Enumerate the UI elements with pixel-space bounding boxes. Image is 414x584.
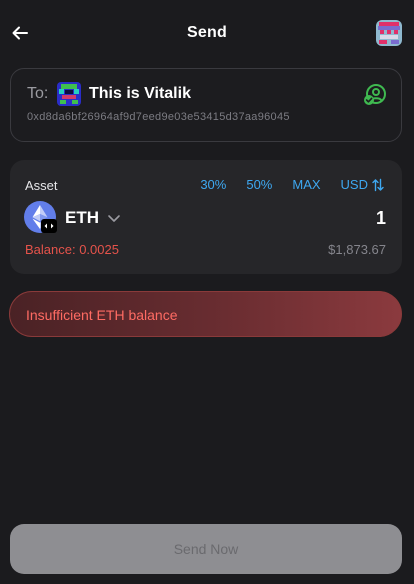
wallet-avatar-button[interactable] [376, 20, 402, 46]
percent-50-button[interactable]: 50% [246, 177, 272, 192]
network-badge [41, 219, 57, 233]
recipient-name: This is Vitalik [89, 85, 191, 102]
amount-shortcuts: 30% 50% MAX USD [200, 177, 384, 192]
chevron-down-icon [107, 213, 121, 223]
token-icon [24, 201, 58, 235]
network-badge-icon [44, 223, 54, 229]
wallet-avatar-icon [376, 20, 402, 46]
error-banner: Insufficient ETH balance [9, 291, 402, 337]
error-message: Insufficient ETH balance [26, 307, 178, 323]
balance-text: Balance: 0.0025 [25, 242, 119, 257]
recipient-avatar [57, 82, 81, 106]
contact-button[interactable] [363, 83, 387, 107]
fiat-value: $1,873.67 [328, 242, 386, 257]
percent-30-button[interactable]: 30% [200, 177, 226, 192]
recipient-avatar-icon [57, 82, 81, 106]
asset-card: Asset 30% 50% MAX USD ETH 1 Balance: 0.0… [10, 160, 402, 274]
asset-label: Asset [25, 178, 58, 193]
token-symbol: ETH [65, 208, 99, 227]
contact-check-icon [364, 84, 386, 105]
token-selector[interactable]: ETH [24, 201, 121, 235]
recipient-card[interactable]: To: This is Vitalik 0xd8da6bf26964af9d7e… [10, 68, 402, 142]
send-now-button[interactable]: Send Now [10, 524, 402, 574]
amount-input[interactable]: 1 [376, 208, 386, 229]
currency-label: USD [340, 177, 368, 192]
to-label: To: [27, 85, 49, 102]
currency-toggle[interactable]: USD [341, 177, 384, 192]
page-title: Send [187, 24, 227, 41]
recipient-address: 0xd8da6bf26964af9d7eed9e03e53415d37aa960… [27, 111, 290, 123]
max-button[interactable]: MAX [292, 177, 320, 192]
swap-vertical-icon [372, 178, 384, 191]
header: Send [0, 0, 414, 66]
